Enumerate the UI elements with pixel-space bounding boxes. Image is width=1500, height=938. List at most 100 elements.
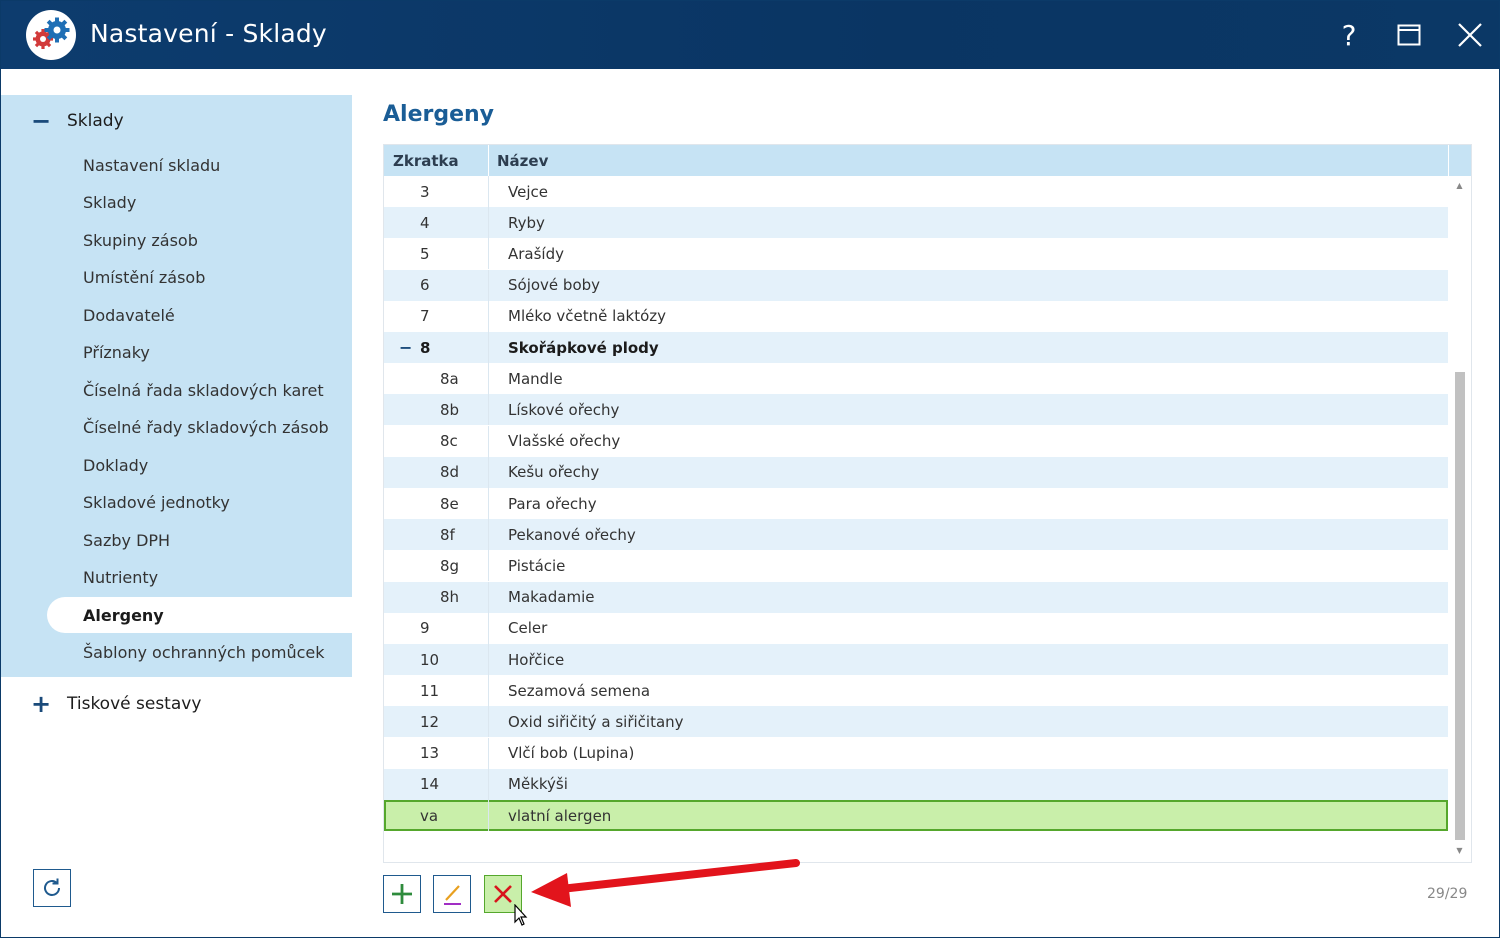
table-row[interactable]: 14 Měkkýši — [384, 768, 1448, 800]
row-name: Makadamie — [508, 588, 595, 607]
sidebar-item-ciselna-rada-karet[interactable]: Číselná řada skladových karet — [47, 372, 352, 408]
row-name: Para ořechy — [508, 494, 597, 513]
row-name: Vlašské ořechy — [508, 432, 621, 451]
allergens-grid: Zkratka Název 3 Vejce 4 Ryby 5 Arašídy 6 Sójové… — [383, 144, 1472, 863]
row-code: 3 — [420, 182, 430, 201]
table-row[interactable]: 8g Pistácie — [384, 550, 1448, 582]
sidebar-item-label: Nastavení skladu — [83, 155, 221, 175]
row-code: 8f — [440, 525, 455, 544]
row-name: vlatní alergen — [508, 806, 612, 825]
table-row[interactable]: 6 Sójové boby — [384, 269, 1448, 301]
table-row[interactable]: 8c Vlašské ořechy — [384, 425, 1448, 457]
row-code: 10 — [420, 650, 440, 669]
sidebar-item-label: Sklady — [83, 192, 137, 212]
sidebar-item-label: Šablony ochranných pomůcek — [83, 642, 325, 662]
row-name: Arašídy — [508, 244, 565, 263]
table-row[interactable]: 10 Hořčice — [384, 644, 1448, 675]
table-row[interactable]: 4 Ryby — [384, 207, 1448, 239]
collapse-icon[interactable]: − — [399, 332, 412, 363]
refresh-button[interactable] — [33, 869, 71, 907]
page-title: Alergeny — [383, 102, 495, 127]
code-cell — [384, 394, 489, 426]
sidebar-item-dodavatele[interactable]: Dodavatelé — [47, 297, 352, 333]
sidebar-item-priznaky[interactable]: Příznaky — [47, 334, 352, 370]
table-row[interactable]: 11 Sezamová semena — [384, 675, 1448, 707]
sidebar-item-label: Příznaky — [83, 342, 150, 362]
close-icon — [494, 885, 512, 903]
scroll-up-icon[interactable]: ▲ — [1448, 178, 1471, 192]
sidebar-group-header-tiskove-sestavy[interactable]: + Tiskové sestavy — [1, 679, 352, 729]
scroll-down-icon[interactable]: ▼ — [1448, 843, 1471, 857]
row-name: Kešu ořechy — [508, 463, 600, 482]
row-name: Měkkýši — [508, 775, 568, 794]
table-row[interactable]: 7 Mléko včetně laktózy — [384, 300, 1448, 332]
sidebar-item-label: Číselné řady skladových zásob — [83, 417, 329, 437]
vertical-scrollbar[interactable]: ▲ ▼ — [1448, 176, 1471, 862]
row-name: Sójové boby — [508, 276, 601, 295]
close-icon — [1458, 23, 1482, 47]
column-divider — [1448, 145, 1449, 176]
row-name: Celer — [508, 619, 548, 638]
code-cell — [384, 363, 489, 395]
help-button[interactable]: ? — [1329, 15, 1369, 55]
row-code: 8 — [420, 338, 431, 357]
sidebar-item-label: Dodavatelé — [83, 305, 175, 325]
row-code: 14 — [420, 775, 440, 794]
sidebar-item-nutrienty[interactable]: Nutrienty — [47, 559, 352, 595]
table-row-selected[interactable]: va vlatní alergen — [384, 800, 1448, 831]
table-row[interactable]: 8f Pekanové ořechy — [384, 519, 1448, 551]
table-row[interactable]: 8a Mandle — [384, 363, 1448, 395]
record-counter: 29/29 — [1427, 886, 1468, 902]
table-row[interactable]: 8b Lískové ořechy — [384, 394, 1448, 426]
sidebar: − Sklady Nastavení skladu Sklady Skupiny… — [1, 69, 352, 937]
row-code: 12 — [420, 712, 440, 731]
expand-icon: + — [31, 690, 52, 718]
column-header-name[interactable]: Název — [497, 145, 548, 176]
sidebar-item-label: Alergeny — [83, 605, 164, 625]
table-row[interactable]: 3 Vejce — [384, 176, 1448, 207]
maximize-button[interactable] — [1389, 15, 1429, 55]
row-code: va — [420, 806, 439, 825]
row-name: Vlčí bob (Lupina) — [508, 744, 635, 763]
table-row[interactable]: 8h Makadamie — [384, 581, 1448, 613]
table-row[interactable]: 8d Kešu ořechy — [384, 456, 1448, 488]
table-row[interactable]: −8 Skořápkové plody — [384, 332, 1448, 363]
sidebar-item-skladove-jednotky[interactable]: Skladové jednotky — [47, 484, 352, 520]
sidebar-item-sklady[interactable]: Sklady — [47, 184, 352, 220]
column-divider — [488, 145, 489, 176]
row-code: 8h — [440, 588, 460, 607]
row-name: Oxid siřičitý a siřičitany — [508, 712, 684, 731]
column-header-code[interactable]: Zkratka — [393, 145, 459, 176]
table-row[interactable]: 12 Oxid siřičitý a siřičitany — [384, 706, 1448, 738]
settings-window: Nastavení - Sklady ? − Sklady Nastavení … — [0, 0, 1500, 938]
sidebar-item-label: Skladové jednotky — [83, 492, 230, 512]
table-row[interactable]: 8e Para ořechy — [384, 488, 1448, 519]
edit-button[interactable] — [433, 875, 471, 913]
sidebar-item-ciselne-rady-zasob[interactable]: Číselné řady skladových zásob — [47, 409, 352, 445]
code-cell — [384, 550, 489, 582]
scroll-thumb[interactable] — [1455, 372, 1465, 840]
table-row[interactable]: 9 Celer — [384, 612, 1448, 644]
row-name: Hořčice — [508, 650, 565, 669]
code-cell — [384, 238, 489, 270]
plus-icon — [392, 884, 412, 904]
sidebar-item-nastaveni-skladu[interactable]: Nastavení skladu — [47, 147, 352, 183]
sidebar-item-alergeny[interactable]: Alergeny — [47, 597, 352, 633]
delete-button[interactable] — [484, 875, 522, 913]
table-row[interactable]: 13 Vlčí bob (Lupina) — [384, 737, 1448, 769]
code-cell — [384, 176, 489, 207]
sidebar-item-label: Skupiny zásob — [83, 230, 198, 250]
sidebar-item-sablony-pomucek[interactable]: Šablony ochranných pomůcek — [47, 634, 352, 670]
add-button[interactable] — [383, 875, 421, 913]
sidebar-item-umisteni-zasob[interactable]: Umístění zásob — [47, 259, 352, 295]
sidebar-item-skupiny-zasob[interactable]: Skupiny zásob — [47, 222, 352, 258]
sidebar-item-sazby-dph[interactable]: Sazby DPH — [47, 522, 352, 558]
sidebar-item-doklady[interactable]: Doklady — [47, 447, 352, 483]
code-cell — [384, 519, 489, 551]
title-bar: Nastavení - Sklady ? — [1, 1, 1499, 69]
close-window-button[interactable] — [1450, 15, 1490, 55]
grid-header: Zkratka Název — [384, 145, 1471, 176]
table-row[interactable]: 5 Arašídy — [384, 238, 1448, 270]
row-code: 11 — [420, 681, 440, 700]
sidebar-group-header-sklady[interactable]: − Sklady — [1, 96, 352, 146]
